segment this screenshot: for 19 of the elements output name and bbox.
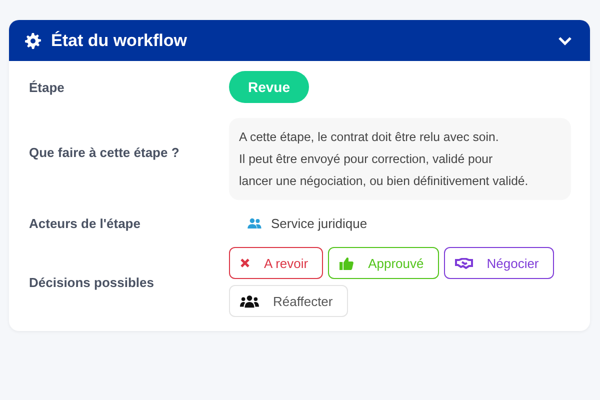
chevron-icon[interactable] — [558, 36, 572, 46]
description-text: A cette étape, le contrat doit être relu avec soin. Il peut être envoyé pour correction, validé pour lancer une négociation, ou bien définitivement validé. — [229, 118, 571, 200]
actor-name: Service juridique — [271, 216, 368, 231]
field-label: Que faire à cette étape ? — [29, 145, 180, 160]
decision-button[interactable]: A revoir — [229, 247, 324, 279]
decision-button[interactable]: Négocier — [444, 247, 554, 279]
stage-badge: Revue — [229, 71, 310, 103]
panel-title: État du workflow — [51, 30, 188, 50]
decision-button[interactable]: Réaffecter — [229, 285, 348, 317]
thumbs-up-icon — [339, 256, 354, 270]
handshake-icon — [454, 258, 473, 268]
close-icon — [240, 258, 250, 268]
field-label: Acteurs de l'étape — [29, 216, 142, 231]
settings-icon — [25, 32, 41, 48]
users-icon — [240, 294, 259, 308]
field-label: Étape — [29, 80, 66, 94]
panel-header[interactable]: État du workflow — [9, 20, 590, 61]
field-label: Décisions possibles — [29, 274, 155, 290]
users-icon — [247, 218, 262, 229]
